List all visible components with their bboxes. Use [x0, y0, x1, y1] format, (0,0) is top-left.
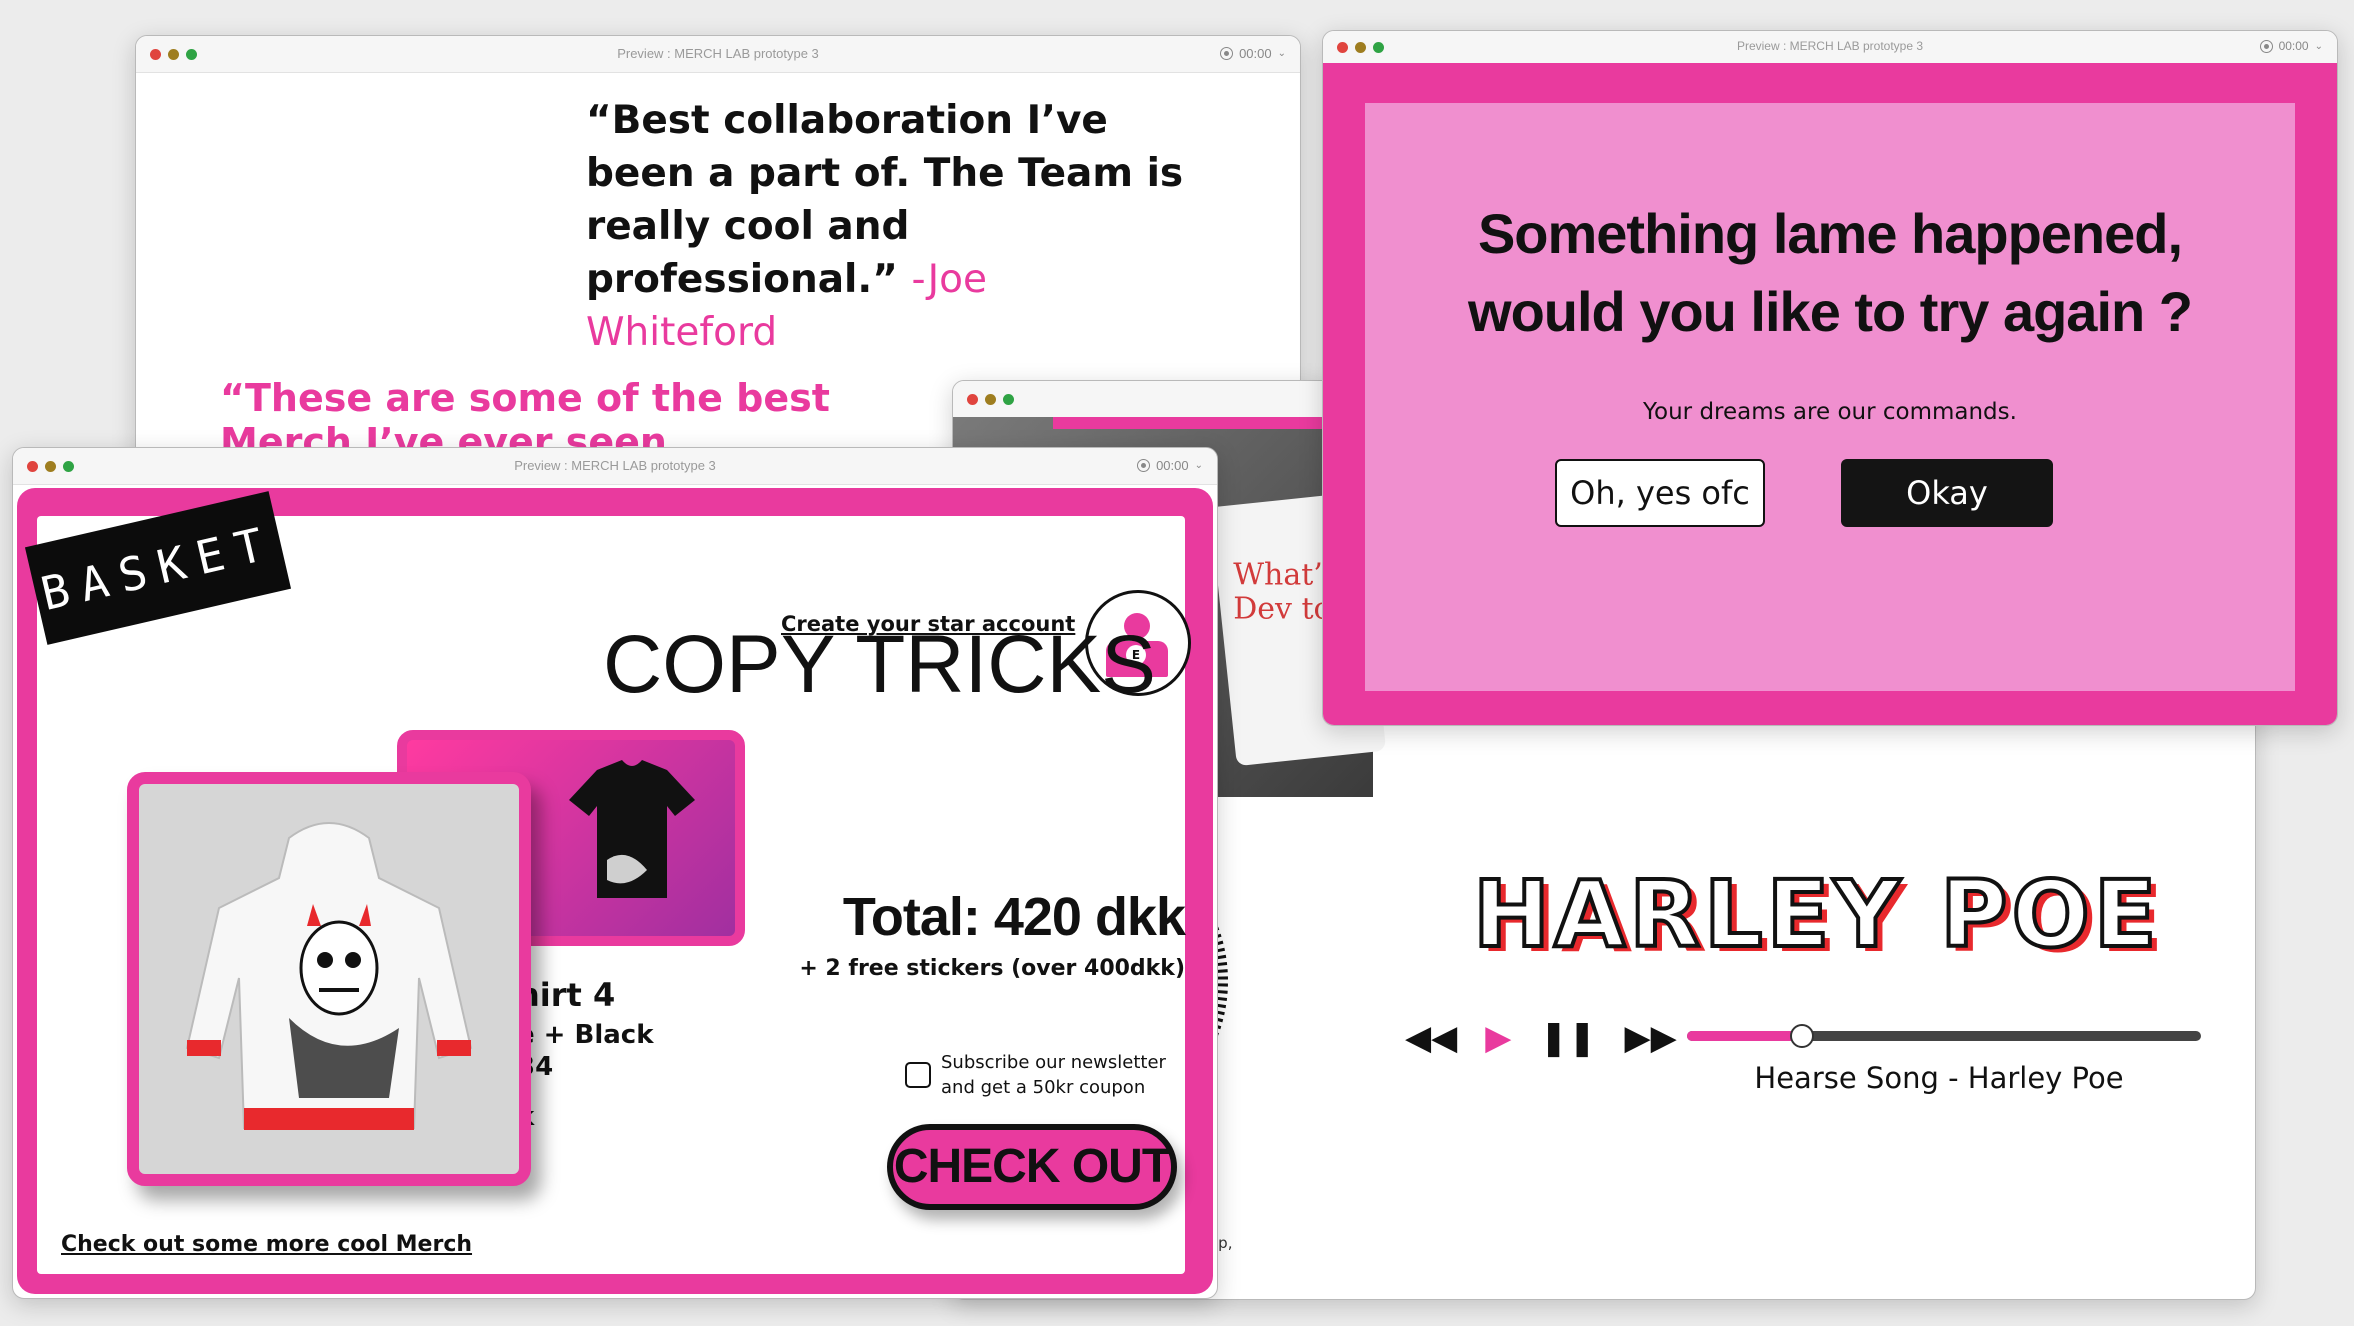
newsletter-option: Subscribe our newsletter and get a 50kr …: [905, 1050, 1166, 1100]
window-title: Preview : MERCH LAB prototype 3: [514, 458, 716, 473]
titlebar: Preview : MERCH LAB prototype 3 00:00 ⌄: [1323, 31, 2337, 64]
traffic-lights: [967, 394, 1014, 405]
minimize-button[interactable]: [985, 394, 996, 405]
error-message-line-2: would you like to try again ?: [1468, 280, 2193, 343]
item-name: hirt 4: [517, 976, 616, 1014]
rewind-icon[interactable]: ◀◀: [1405, 1021, 1457, 1055]
chevron-down-icon: ⌄: [1194, 460, 1203, 471]
item-color: e + Black: [517, 1020, 654, 1050]
error-panel: Something lame happened, would you like …: [1365, 103, 2295, 691]
checkout-button[interactable]: CHECK OUT: [887, 1124, 1177, 1210]
song-title: Hearse Song - Harley Poe: [1754, 1061, 2124, 1095]
artist-title: HARLEY POE: [1471, 859, 2161, 970]
quote-text: “Best collaboration I’ve been a part of.…: [586, 98, 1184, 302]
titlebar: Preview : MERCH LAB prototype 3 00:00 ⌄: [136, 36, 1300, 73]
chevron-down-icon: ⌄: [2314, 40, 2323, 52]
timer-label: 00:00: [1156, 458, 1189, 473]
basket-window: Preview : MERCH LAB prototype 3 00:00 ⌄ …: [12, 447, 1218, 1299]
titlebar: Preview : MERCH LAB prototype 3 00:00 ⌄: [13, 448, 1217, 485]
newsletter-label: Subscribe our newsletter and get a 50kr …: [941, 1050, 1166, 1100]
player-controls: ◀◀ ▶ ❚❚ ▶▶: [1405, 1021, 1677, 1055]
record-icon: [1220, 47, 1234, 60]
more-merch-link[interactable]: Check out some more cool Merch: [61, 1232, 472, 1257]
progress-knob[interactable]: [1790, 1024, 1815, 1048]
retry-secondary-button[interactable]: Oh, yes ofc: [1555, 459, 1765, 527]
progress-fill: [1687, 1031, 1801, 1041]
fast-forward-icon[interactable]: ▶▶: [1624, 1021, 1676, 1055]
newsletter-line-2: and get a 50kr coupon: [941, 1077, 1146, 1098]
hoodie-product-card[interactable]: [127, 772, 531, 1186]
hoodie-image: [185, 822, 473, 1130]
timer-label: 00:00: [1239, 46, 1272, 61]
pause-icon[interactable]: ❚❚: [1539, 1021, 1596, 1055]
track-progress-bar[interactable]: [1687, 1024, 2201, 1048]
play-icon[interactable]: ▶: [1485, 1021, 1511, 1055]
order-total: Total: 420 dkk: [842, 887, 1186, 947]
testimonial-quote: “Best collaboration I’ve been a part of.…: [586, 94, 1186, 359]
zoom-button[interactable]: [1003, 394, 1014, 405]
timer-menu[interactable]: 00:00 ⌄: [2259, 39, 2323, 53]
tshirt-image: [569, 760, 695, 898]
record-icon: [1137, 459, 1151, 472]
timer-menu[interactable]: 00:00 ⌄: [1137, 458, 1203, 473]
error-message: Something lame happened, would you like …: [1365, 195, 2295, 351]
newsletter-checkbox[interactable]: [905, 1062, 931, 1088]
error-message-line-1: Something lame happened,: [1477, 202, 2183, 265]
error-subtitle: Your dreams are our commands.: [1643, 399, 2017, 425]
stickers-note: + 2 free stickers (over 400dkk): [799, 956, 1185, 981]
window-title: Preview : MERCH LAB prototype 3: [1736, 39, 1924, 53]
overlay-caption: COPY TRICKS: [603, 619, 1156, 710]
chevron-down-icon: ⌄: [1277, 48, 1286, 59]
window-title: Preview : MERCH LAB prototype 3: [617, 46, 819, 61]
timer-label: 00:00: [2278, 39, 2309, 53]
newsletter-line-1: Subscribe our newsletter: [941, 1052, 1166, 1073]
error-window: Preview : MERCH LAB prototype 3 00:00 ⌄ …: [1322, 30, 2338, 726]
okay-button[interactable]: Okay: [1841, 459, 2053, 527]
close-button[interactable]: [967, 394, 978, 405]
record-icon: [2259, 39, 2273, 53]
timer-menu[interactable]: 00:00 ⌄: [1220, 46, 1286, 61]
